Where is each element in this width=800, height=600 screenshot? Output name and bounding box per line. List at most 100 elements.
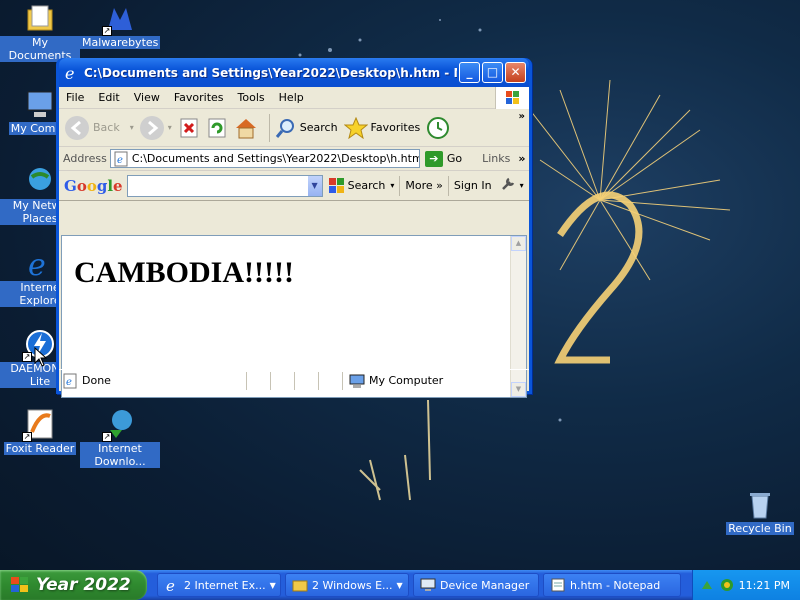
foxit-reader-icon: ↗ [22,408,56,442]
maximize-button[interactable]: □ [482,62,503,83]
status-cell [270,371,294,390]
back-label: Back [93,121,120,134]
toolbar-separator [268,113,270,142]
menu-tools[interactable]: Tools [231,91,272,104]
address-value: C:\Documents and Settings\Year2022\Deskt… [131,152,420,165]
tray-safely-remove-icon[interactable] [719,577,735,593]
recycle-bin-icon [744,488,776,520]
go-label: Go [446,152,463,165]
desktop-icon-label: Internet Downlo... [80,442,160,468]
scroll-up-icon[interactable]: ▲ [511,236,526,251]
toolbar-more-chevron[interactable]: » [519,111,525,122]
notepad-icon [550,578,566,592]
internet-explorer-window[interactable]: e C:\Documents and Settings\Year2022\Des… [56,58,532,398]
google-sign-in-button[interactable]: Sign In [454,179,492,192]
menu-bar: File Edit View Favorites Tools Help [59,86,529,109]
close-button[interactable]: ✕ [505,62,526,83]
go-button[interactable]: ➔ Go [424,150,463,167]
title-bar[interactable]: e C:\Documents and Settings\Year2022\Des… [59,58,529,87]
links-chevron[interactable]: » [518,152,525,165]
search-icon [275,118,294,138]
history-button[interactable] [426,116,450,140]
desktop-icon-malwarebytes[interactable]: ↗ Malwarebytes [80,2,161,49]
zone-label: My Computer [369,374,444,387]
folder-icon [292,578,308,592]
address-input[interactable]: e C:\Documents and Settings\Year2022\Des… [109,149,420,168]
page-heading: CAMBODIA!!!!! [74,256,294,289]
tray-network-icon[interactable] [699,577,715,593]
clock[interactable]: 11:21 PM [739,579,790,592]
desktop-icon-recycle-bin[interactable]: Recycle Bin [720,488,800,535]
task-label: 2 Internet Ex... [184,578,266,592]
window-title: C:\Documents and Settings\Year2022\Deskt… [84,65,457,80]
menu-file[interactable]: File [59,91,91,104]
google-search-input[interactable]: ▼ [126,174,323,197]
taskbar-notepad[interactable]: h.htm - Notepad [543,573,681,597]
google-search-label: Search [347,179,386,192]
start-button[interactable]: Year 2022 [0,570,147,600]
menu-view[interactable]: View [127,91,167,104]
history-icon [427,116,450,139]
google-logo: Google [64,176,123,195]
google-search-dropdown-icon[interactable]: ▼ [306,175,322,196]
taskbar: Year 2022 e 2 Internet Ex... ▼ 2 Windows… [0,570,800,600]
desktop-icon-internet-download-manager[interactable]: ↗ Internet Downlo... [80,408,160,468]
my-computer-zone-icon [349,374,365,388]
go-arrow-icon: ➔ [424,150,443,167]
refresh-icon [208,118,226,137]
refresh-button[interactable] [206,117,228,139]
download-manager-icon: ↗ [102,408,136,442]
minimize-button[interactable]: _ [459,62,480,83]
window-client-area: File Edit View Favorites Tools Help Back… [59,86,529,398]
page-done-icon: e [63,373,77,388]
folder-icon [24,2,56,34]
desktop-icon-label: Foxit Reader [3,442,77,455]
favorites-button[interactable]: Favorites [343,116,421,139]
taskbar-group-windows-explorer[interactable]: 2 Windows E... ▼ [285,573,409,597]
internet-explorer-icon: e [64,64,80,83]
wrench-icon[interactable] [500,176,516,195]
google-more-button[interactable]: More » [405,179,443,192]
back-arrow-icon [65,115,89,140]
task-label: 2 Windows E... [312,578,393,592]
menu-help[interactable]: Help [272,91,311,104]
task-label: Device Manager [440,578,530,592]
menu-favorites[interactable]: Favorites [167,91,231,104]
google-search-dropdown-arrow-icon: ▾ [390,181,395,190]
back-button[interactable]: Back ▾ [65,115,134,140]
forward-button[interactable]: ▾ [139,115,172,140]
google-toolbar: Google ▼ Search ▾ More » Sign In ▾ [59,171,529,201]
search-button[interactable]: Search [275,117,338,139]
wrench-dropdown-icon[interactable]: ▾ [520,181,524,190]
back-dropdown-icon: ▾ [129,123,134,132]
desktop-icon-my-documents[interactable]: My Documents [0,2,80,62]
favorites-label: Favorites [370,121,421,134]
search-label: Search [299,121,338,134]
svg-text:e: e [66,377,72,388]
device-manager-icon [420,578,436,592]
status-text: Done [82,374,111,387]
forward-dropdown-icon: ▾ [167,123,172,132]
home-button[interactable] [234,117,258,139]
taskbar-device-manager[interactable]: Device Manager [413,573,539,597]
links-button[interactable]: Links [482,152,510,165]
status-cell [318,371,342,390]
menu-edit[interactable]: Edit [91,91,126,104]
toolbar-separator [399,175,401,196]
task-group-arrow-icon: ▼ [396,580,403,590]
forward-arrow-icon [139,115,164,140]
google-search-icon [328,177,344,193]
google-search-value [128,176,307,196]
shortcut-arrow-icon: ↗ [22,352,32,362]
stop-icon [180,118,198,137]
stop-button[interactable] [178,117,200,139]
google-search-button[interactable]: Search ▾ [328,177,395,194]
task-label: h.htm - Notepad [570,578,661,592]
desktop-icon-foxit-reader[interactable]: ↗ Foxit Reader [0,408,80,455]
security-zone: My Computer [342,371,492,390]
taskbar-group-internet-explorer[interactable]: e 2 Internet Ex... ▼ [157,573,281,597]
status-cell [246,371,270,390]
windows-logo-icon [10,576,30,594]
internet-explorer-icon: e [24,247,56,283]
svg-text:e: e [166,578,175,592]
